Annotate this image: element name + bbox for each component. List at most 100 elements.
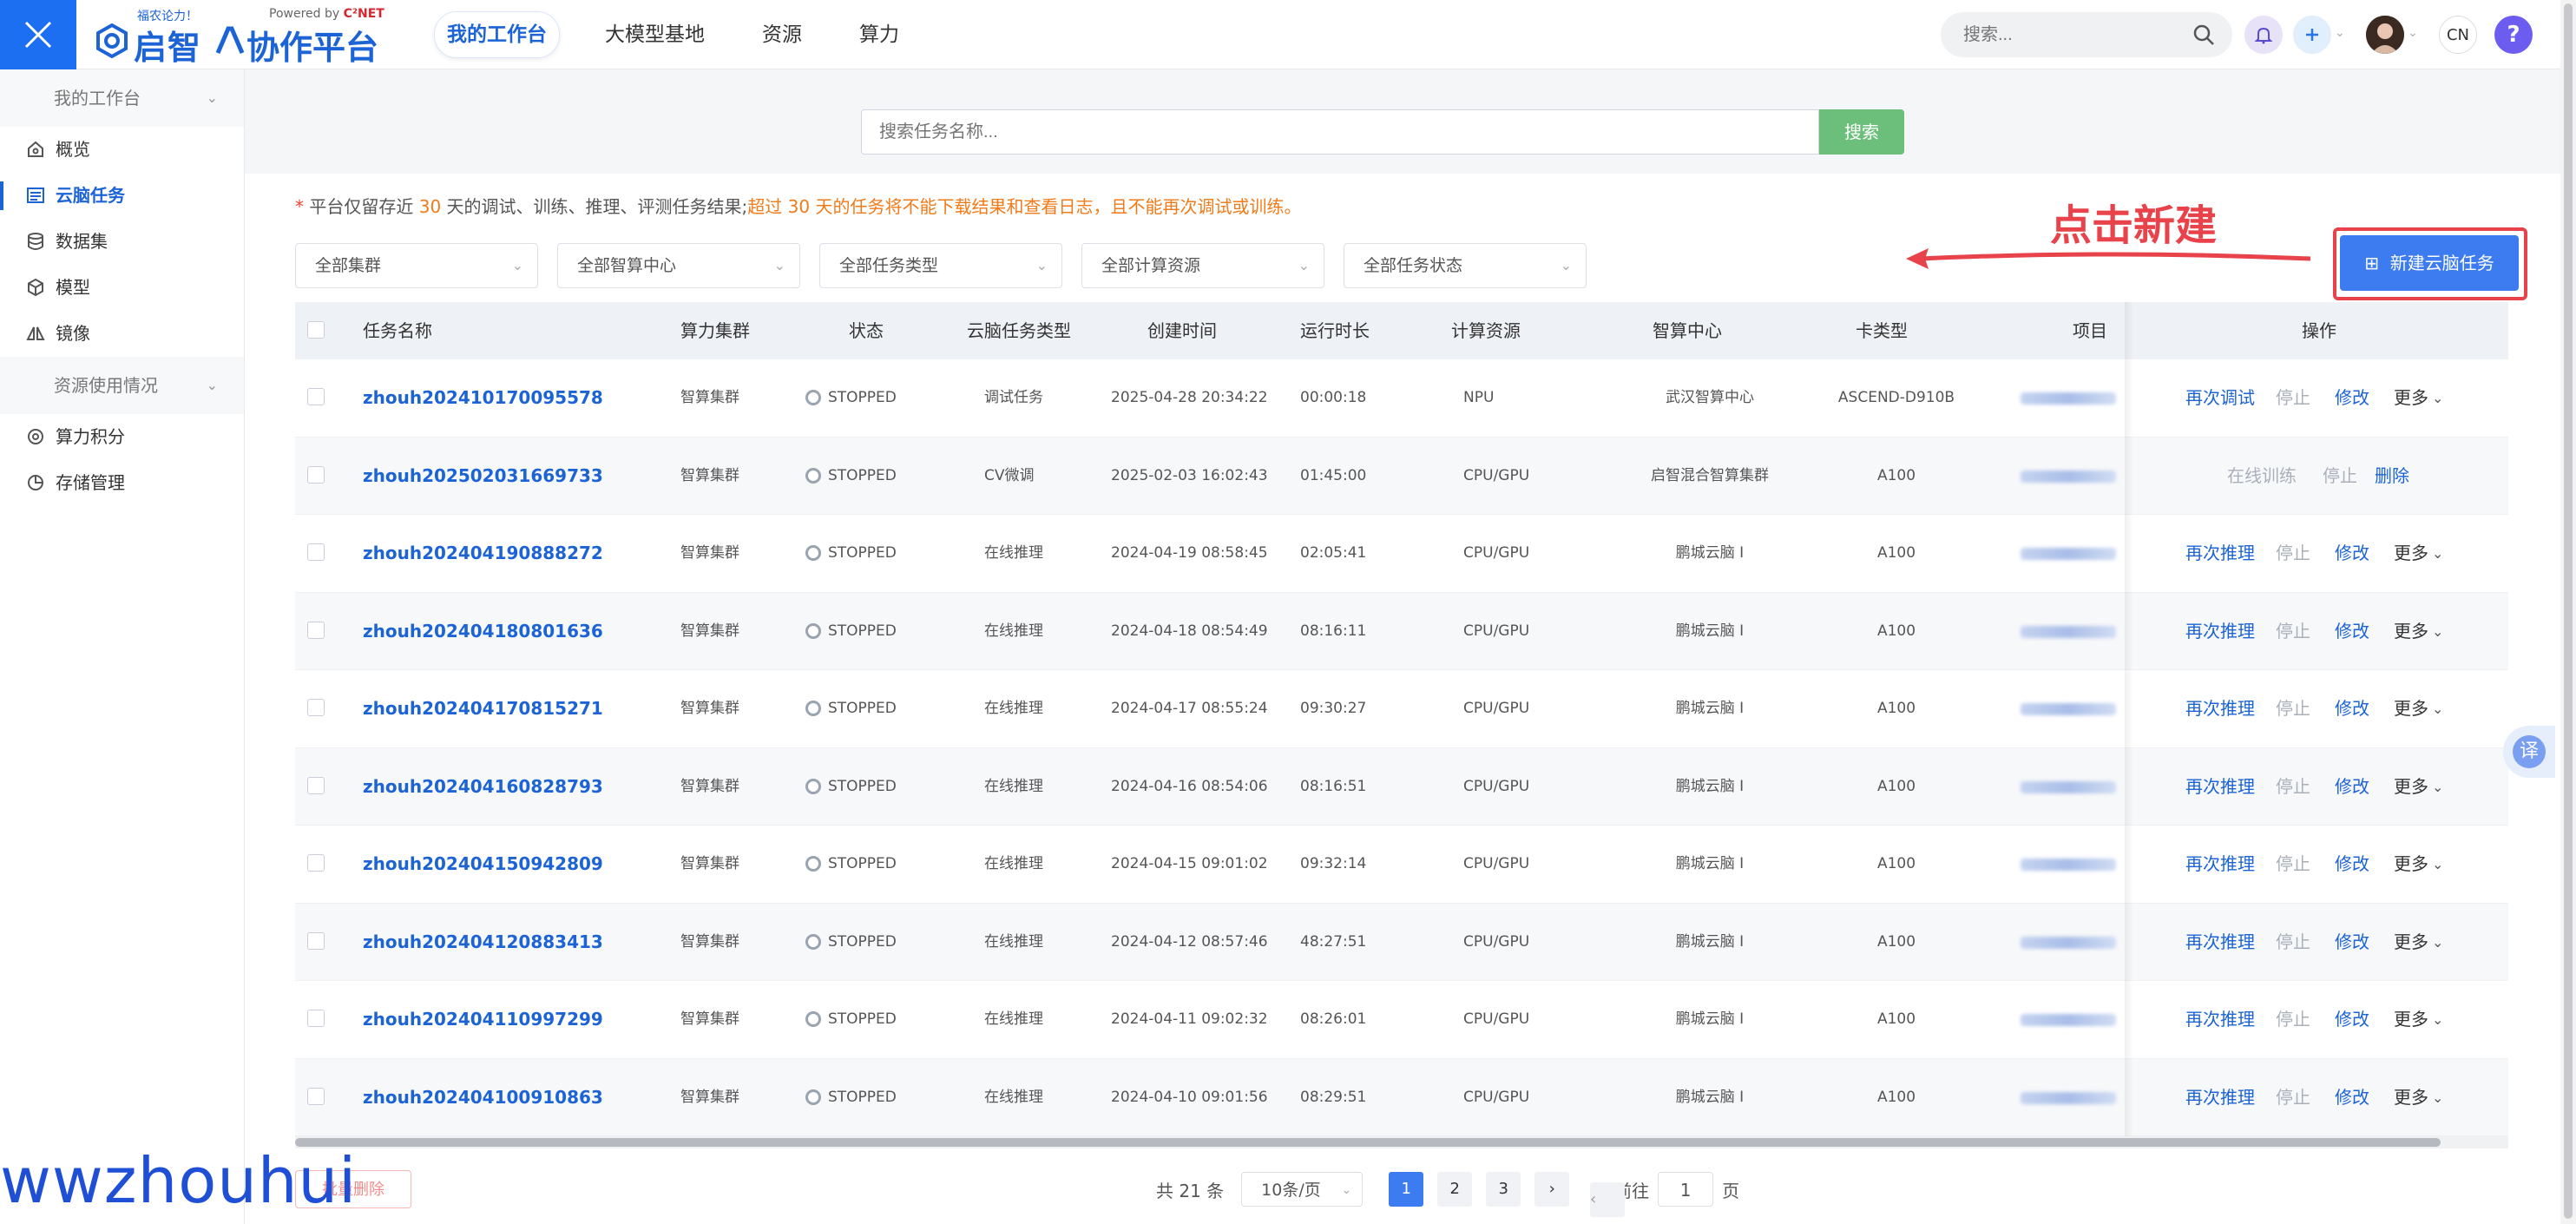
global-search-input[interactable] [1962,12,2173,57]
chevron-down-icon[interactable]: ⌄ [2432,593,2443,670]
task-name-link[interactable]: zhouh202410170095578 [363,359,603,437]
row-checkbox[interactable] [307,465,325,484]
task-name-link[interactable]: zhouh202404170815271 [363,670,603,747]
op-button[interactable]: 再次推理 [2185,1059,2255,1136]
table-row[interactable]: zhouh202404120883413 智算集群 STOPPED 在线推理 2024-… [295,903,2508,981]
horizontal-scrollbar[interactable] [295,1136,2508,1148]
next-page-button[interactable]: › [1534,1172,1570,1207]
select-all-checkbox[interactable] [307,321,325,339]
tab-large-model-base[interactable]: 大模型基地 [593,12,717,57]
table-row[interactable]: zhouh202404160828793 智算集群 STOPPED 在线推理 2024-… [295,747,2508,826]
op-button[interactable]: 更多 [2394,515,2428,592]
table-row[interactable]: zhouh202404180801636 智算集群 STOPPED 在线推理 2024-… [295,592,2508,670]
task-status-filter[interactable]: 全部任务状态 ⌄ [1344,243,1587,288]
table-row[interactable]: zhouh202404170815271 智算集群 STOPPED 在线推理 2024-… [295,670,2508,748]
chevron-down-icon[interactable]: ⌄ [2432,359,2443,437]
op-button[interactable]: 停止 [2276,515,2310,592]
chevron-down-icon[interactable]: ⌄ [2432,670,2443,747]
op-button[interactable]: 停止 [2276,981,2310,1058]
op-button[interactable]: 再次推理 [2185,748,2255,826]
row-checkbox[interactable] [307,1010,325,1027]
close-button[interactable] [0,0,76,69]
op-button[interactable]: 修改 [2335,593,2369,670]
prev-page-button[interactable]: ‹ [1590,1182,1625,1217]
sidebar-item-overview[interactable]: 概览 [0,127,244,173]
op-button[interactable]: 再次推理 [2185,904,2255,981]
op-button[interactable]: 更多 [2394,981,2428,1058]
op-button[interactable]: 停止 [2276,593,2310,670]
sidebar-group-resource-usage[interactable]: 资源使用情况 ⌄ [0,357,244,414]
page-3-button[interactable]: 3 [1486,1172,1521,1207]
op-button[interactable]: 停止 [2276,670,2310,747]
table-row[interactable]: zhouh202410170095578 智算集群 STOPPED 调试任务 2025-… [295,359,2508,438]
op-button[interactable]: 修改 [2335,1059,2369,1136]
logo[interactable]: 福农论力！ Powered by C²NET 启智 协作平台 [94,7,389,67]
row-checkbox[interactable] [307,621,325,639]
translate-button[interactable]: 译 [2503,726,2555,778]
row-checkbox[interactable] [307,1087,325,1105]
op-button[interactable]: 停止 [2276,1059,2310,1136]
table-row[interactable]: zhouh202404150942809 智算集群 STOPPED 在线推理 2024-… [295,826,2508,904]
row-checkbox[interactable] [307,543,325,561]
op-button[interactable]: 再次推理 [2185,670,2255,747]
task-name-link[interactable]: zhouh202404190888272 [363,515,603,592]
tab-my-workbench[interactable]: 我的工作台 [434,11,560,58]
table-row[interactable]: zhouh202404110997299 智算集群 STOPPED 在线推理 2024-… [295,981,2508,1059]
task-name-link[interactable]: zhouh202404100910863 [363,1059,603,1136]
create-button[interactable] [2293,16,2331,54]
chevron-down-icon[interactable]: ⌄ [2432,748,2443,826]
chevron-down-icon[interactable]: ⌄ [2432,1059,2443,1136]
row-checkbox[interactable] [307,388,325,405]
cluster-filter[interactable]: 全部集群 ⌄ [295,243,538,288]
chevron-down-icon[interactable]: ⌄ [2432,904,2443,981]
task-type-filter[interactable]: 全部任务类型 ⌄ [819,243,1062,288]
op-button[interactable]: 停止 [2323,438,2357,515]
project-cell-redacted[interactable] [2021,470,2116,483]
task-name-link[interactable]: zhouh202502031669733 [363,438,603,515]
project-cell-redacted[interactable] [2021,859,2116,871]
scrollbar-thumb[interactable] [2564,3,2573,1219]
compute-resource-filter[interactable]: 全部计算资源 ⌄ [1081,243,1324,288]
project-cell-redacted[interactable] [2021,392,2116,405]
row-checkbox[interactable] [307,854,325,872]
project-cell-redacted[interactable] [2021,1014,2116,1026]
project-cell-redacted[interactable] [2021,1091,2116,1104]
op-button[interactable]: 更多 [2394,904,2428,981]
op-button[interactable]: 修改 [2335,748,2369,826]
op-button[interactable]: 在线训练 [2227,438,2297,515]
op-button[interactable]: 修改 [2335,670,2369,747]
chevron-down-icon[interactable]: ⌄ [2432,826,2443,903]
op-button[interactable]: 再次推理 [2185,593,2255,670]
search-button[interactable]: 搜索 [1819,109,1904,155]
tab-compute[interactable]: 算力 [847,12,911,57]
row-checkbox[interactable] [307,931,325,950]
op-button[interactable]: 修改 [2335,904,2369,981]
op-button[interactable]: 停止 [2276,748,2310,826]
op-button[interactable]: 更多 [2394,748,2428,826]
sidebar-item-images[interactable]: 镜像 [0,311,244,357]
op-button[interactable]: 再次调试 [2185,359,2255,437]
task-name-link[interactable]: zhouh202404180801636 [363,593,603,670]
language-switch[interactable]: CN [2439,16,2477,54]
task-search-input[interactable] [861,109,1819,155]
chevron-down-icon[interactable]: ⌄ [2432,981,2443,1058]
task-name-link[interactable]: zhouh202404120883413 [363,904,603,981]
table-row[interactable]: zhouh202404190888272 智算集群 STOPPED 在线推理 2024-… [295,515,2508,593]
row-checkbox[interactable] [307,776,325,794]
op-button[interactable]: 修改 [2335,826,2369,903]
task-name-link[interactable]: zhouh202404150942809 [363,826,603,903]
row-checkbox[interactable] [307,699,325,716]
op-button[interactable]: 修改 [2335,981,2369,1058]
op-button[interactable]: 更多 [2394,670,2428,747]
table-row[interactable]: zhouh202502031669733 智算集群 STOPPED CV微调 2025-… [295,437,2508,515]
sidebar-item-storage[interactable]: 存储管理 [0,460,244,506]
sidebar-item-models[interactable]: 模型 [0,265,244,311]
project-cell-redacted[interactable] [2021,548,2116,560]
op-button[interactable]: 修改 [2335,515,2369,592]
page-2-button[interactable]: 2 [1437,1172,1473,1207]
tab-resources[interactable]: 资源 [750,12,814,57]
op-button[interactable]: 停止 [2276,359,2310,437]
project-cell-redacted[interactable] [2021,703,2116,715]
table-row[interactable]: zhouh202404100910863 智算集群 STOPPED 在线推理 2024-… [295,1058,2508,1136]
op-button[interactable]: 更多 [2394,593,2428,670]
